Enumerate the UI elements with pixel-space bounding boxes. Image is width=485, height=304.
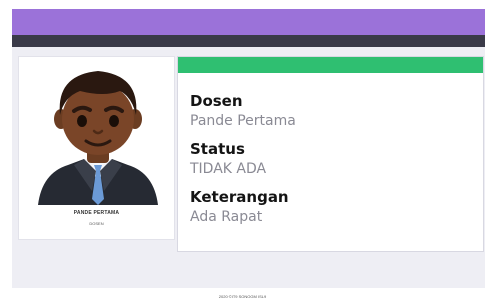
navigation-bar [12,35,485,47]
profile-name: PANDE PERTAMA [73,210,120,216]
profile-photo-card: PANDE PERTAMA DOSEN [18,56,175,240]
label-dosen: Dosen [190,92,243,110]
label-status: Status [190,140,245,158]
value-status: TIDAK ADA [190,161,267,177]
label-keterangan: Keterangan [190,188,289,206]
info-card: Dosen Pande Pertama Status TIDAK ADA Ket… [177,56,484,252]
profile-role: DOSEN [89,221,104,226]
top-accent-bar [12,9,485,35]
value-dosen: Pande Pertama [190,113,296,129]
man-avatar-icon [38,71,158,205]
info-card-header [178,57,483,73]
value-keterangan: Ada Rapat [190,209,263,225]
footer-text: 2020 ©IT9 SONOGM ISL9 [218,294,267,299]
